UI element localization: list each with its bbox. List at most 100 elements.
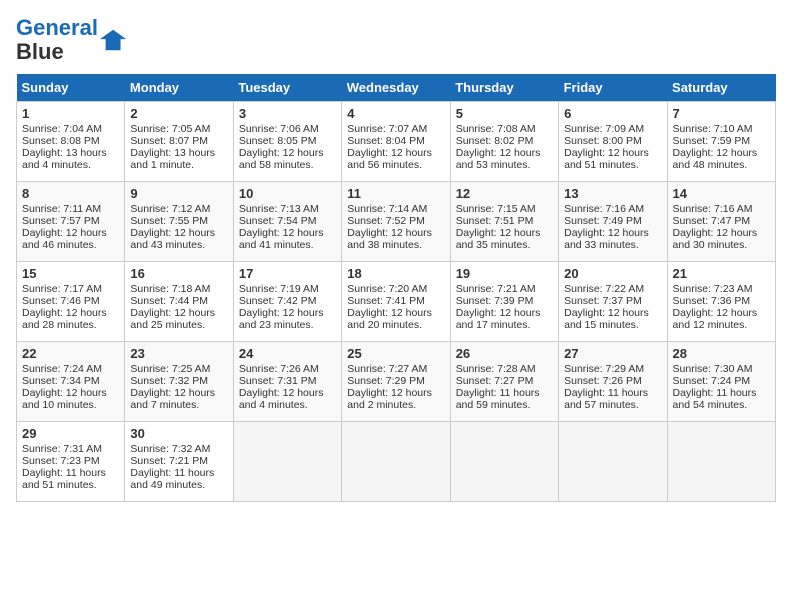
daylight-label: Daylight: 13 hours and 1 minute. — [130, 147, 215, 171]
col-header-tuesday: Tuesday — [233, 74, 341, 102]
calendar-cell: 9 Sunrise: 7:12 AM Sunset: 7:55 PM Dayli… — [125, 182, 233, 262]
day-number: 2 — [130, 106, 227, 121]
sunset-label: Sunset: 7:46 PM — [22, 295, 100, 307]
daylight-label: Daylight: 12 hours and 28 minutes. — [22, 307, 107, 331]
calendar-cell: 4 Sunrise: 7:07 AM Sunset: 8:04 PM Dayli… — [342, 102, 450, 182]
sunset-label: Sunset: 7:34 PM — [22, 375, 100, 387]
sunrise-label: Sunrise: 7:15 AM — [456, 203, 536, 215]
calendar-cell — [233, 422, 341, 502]
day-number: 21 — [673, 266, 770, 281]
logo-icon — [100, 26, 128, 54]
calendar-cell: 15 Sunrise: 7:17 AM Sunset: 7:46 PM Dayl… — [17, 262, 125, 342]
day-number: 28 — [673, 346, 770, 361]
sunrise-label: Sunrise: 7:09 AM — [564, 123, 644, 135]
day-number: 14 — [673, 186, 770, 201]
week-row-4: 22 Sunrise: 7:24 AM Sunset: 7:34 PM Dayl… — [17, 342, 776, 422]
sunrise-label: Sunrise: 7:31 AM — [22, 443, 102, 455]
sunrise-label: Sunrise: 7:14 AM — [347, 203, 427, 215]
daylight-label: Daylight: 12 hours and 2 minutes. — [347, 387, 432, 411]
daylight-label: Daylight: 12 hours and 48 minutes. — [673, 147, 758, 171]
daylight-label: Daylight: 12 hours and 25 minutes. — [130, 307, 215, 331]
sunset-label: Sunset: 7:37 PM — [564, 295, 642, 307]
day-number: 29 — [22, 426, 119, 441]
sunrise-label: Sunrise: 7:23 AM — [673, 283, 753, 295]
day-number: 1 — [22, 106, 119, 121]
sunrise-label: Sunrise: 7:27 AM — [347, 363, 427, 375]
calendar-cell: 22 Sunrise: 7:24 AM Sunset: 7:34 PM Dayl… — [17, 342, 125, 422]
day-number: 15 — [22, 266, 119, 281]
day-number: 24 — [239, 346, 336, 361]
sunset-label: Sunset: 7:21 PM — [130, 455, 208, 467]
daylight-label: Daylight: 11 hours and 57 minutes. — [564, 387, 648, 411]
calendar-table: SundayMondayTuesdayWednesdayThursdayFrid… — [16, 74, 776, 502]
week-row-5: 29 Sunrise: 7:31 AM Sunset: 7:23 PM Dayl… — [17, 422, 776, 502]
sunset-label: Sunset: 8:05 PM — [239, 135, 317, 147]
sunset-label: Sunset: 8:08 PM — [22, 135, 100, 147]
col-header-saturday: Saturday — [667, 74, 775, 102]
calendar-cell: 11 Sunrise: 7:14 AM Sunset: 7:52 PM Dayl… — [342, 182, 450, 262]
daylight-label: Daylight: 12 hours and 56 minutes. — [347, 147, 432, 171]
day-number: 4 — [347, 106, 444, 121]
week-row-3: 15 Sunrise: 7:17 AM Sunset: 7:46 PM Dayl… — [17, 262, 776, 342]
daylight-label: Daylight: 11 hours and 59 minutes. — [456, 387, 540, 411]
sunrise-label: Sunrise: 7:08 AM — [456, 123, 536, 135]
sunset-label: Sunset: 7:57 PM — [22, 215, 100, 227]
day-number: 27 — [564, 346, 661, 361]
sunrise-label: Sunrise: 7:05 AM — [130, 123, 210, 135]
day-number: 23 — [130, 346, 227, 361]
day-number: 10 — [239, 186, 336, 201]
sunrise-label: Sunrise: 7:16 AM — [564, 203, 644, 215]
day-number: 22 — [22, 346, 119, 361]
sunset-label: Sunset: 7:24 PM — [673, 375, 751, 387]
calendar-cell: 14 Sunrise: 7:16 AM Sunset: 7:47 PM Dayl… — [667, 182, 775, 262]
day-number: 8 — [22, 186, 119, 201]
calendar-cell: 19 Sunrise: 7:21 AM Sunset: 7:39 PM Dayl… — [450, 262, 558, 342]
col-header-wednesday: Wednesday — [342, 74, 450, 102]
sunset-label: Sunset: 7:49 PM — [564, 215, 642, 227]
sunrise-label: Sunrise: 7:11 AM — [22, 203, 101, 215]
daylight-label: Daylight: 12 hours and 58 minutes. — [239, 147, 324, 171]
calendar-header-row: SundayMondayTuesdayWednesdayThursdayFrid… — [17, 74, 776, 102]
daylight-label: Daylight: 12 hours and 51 minutes. — [564, 147, 649, 171]
calendar-cell: 18 Sunrise: 7:20 AM Sunset: 7:41 PM Dayl… — [342, 262, 450, 342]
calendar-cell: 29 Sunrise: 7:31 AM Sunset: 7:23 PM Dayl… — [17, 422, 125, 502]
sunset-label: Sunset: 7:44 PM — [130, 295, 208, 307]
daylight-label: Daylight: 12 hours and 4 minutes. — [239, 387, 324, 411]
sunrise-label: Sunrise: 7:20 AM — [347, 283, 427, 295]
day-number: 3 — [239, 106, 336, 121]
calendar-cell: 10 Sunrise: 7:13 AM Sunset: 7:54 PM Dayl… — [233, 182, 341, 262]
sunrise-label: Sunrise: 7:29 AM — [564, 363, 644, 375]
sunset-label: Sunset: 7:51 PM — [456, 215, 534, 227]
sunrise-label: Sunrise: 7:13 AM — [239, 203, 319, 215]
day-number: 30 — [130, 426, 227, 441]
calendar-cell: 24 Sunrise: 7:26 AM Sunset: 7:31 PM Dayl… — [233, 342, 341, 422]
week-row-2: 8 Sunrise: 7:11 AM Sunset: 7:57 PM Dayli… — [17, 182, 776, 262]
sunset-label: Sunset: 7:55 PM — [130, 215, 208, 227]
sunset-label: Sunset: 7:29 PM — [347, 375, 425, 387]
col-header-monday: Monday — [125, 74, 233, 102]
sunset-label: Sunset: 7:26 PM — [564, 375, 642, 387]
calendar-cell: 7 Sunrise: 7:10 AM Sunset: 7:59 PM Dayli… — [667, 102, 775, 182]
sunrise-label: Sunrise: 7:10 AM — [673, 123, 753, 135]
sunrise-label: Sunrise: 7:06 AM — [239, 123, 319, 135]
calendar-cell — [450, 422, 558, 502]
sunset-label: Sunset: 8:04 PM — [347, 135, 425, 147]
daylight-label: Daylight: 12 hours and 46 minutes. — [22, 227, 107, 251]
calendar-cell: 28 Sunrise: 7:30 AM Sunset: 7:24 PM Dayl… — [667, 342, 775, 422]
sunset-label: Sunset: 7:54 PM — [239, 215, 317, 227]
calendar-cell: 20 Sunrise: 7:22 AM Sunset: 7:37 PM Dayl… — [559, 262, 667, 342]
sunset-label: Sunset: 7:52 PM — [347, 215, 425, 227]
sunrise-label: Sunrise: 7:21 AM — [456, 283, 536, 295]
calendar-cell: 1 Sunrise: 7:04 AM Sunset: 8:08 PM Dayli… — [17, 102, 125, 182]
page-header: GeneralBlue — [16, 16, 776, 64]
daylight-label: Daylight: 12 hours and 23 minutes. — [239, 307, 324, 331]
sunset-label: Sunset: 7:39 PM — [456, 295, 534, 307]
day-number: 16 — [130, 266, 227, 281]
daylight-label: Daylight: 11 hours and 51 minutes. — [22, 467, 106, 491]
calendar-cell: 21 Sunrise: 7:23 AM Sunset: 7:36 PM Dayl… — [667, 262, 775, 342]
calendar-cell: 2 Sunrise: 7:05 AM Sunset: 8:07 PM Dayli… — [125, 102, 233, 182]
sunrise-label: Sunrise: 7:12 AM — [130, 203, 210, 215]
calendar-cell: 23 Sunrise: 7:25 AM Sunset: 7:32 PM Dayl… — [125, 342, 233, 422]
calendar-cell: 16 Sunrise: 7:18 AM Sunset: 7:44 PM Dayl… — [125, 262, 233, 342]
sunrise-label: Sunrise: 7:18 AM — [130, 283, 210, 295]
